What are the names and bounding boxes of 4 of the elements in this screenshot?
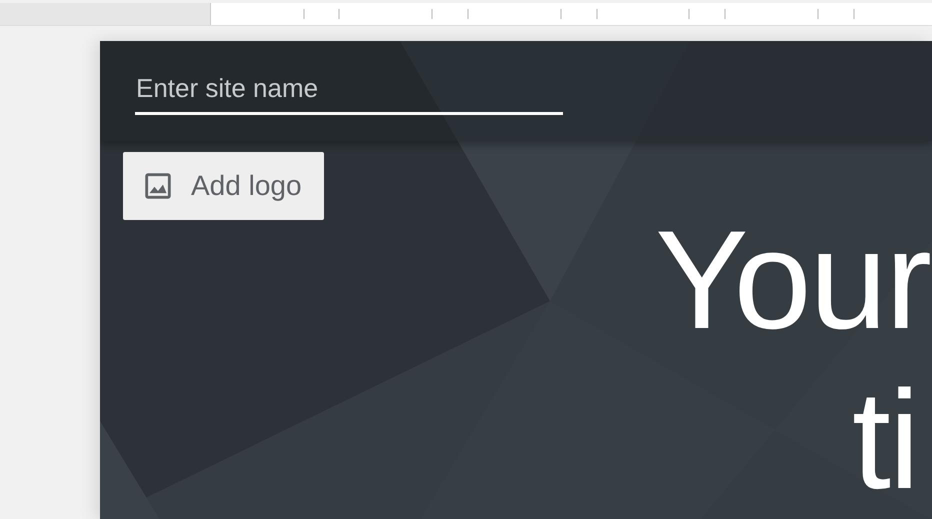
page-title-line: Your xyxy=(655,200,930,360)
add-logo-button[interactable]: Add logo xyxy=(123,152,324,220)
page-title-line: ti xyxy=(852,360,918,519)
site-name-field[interactable]: Enter site name xyxy=(135,73,563,116)
